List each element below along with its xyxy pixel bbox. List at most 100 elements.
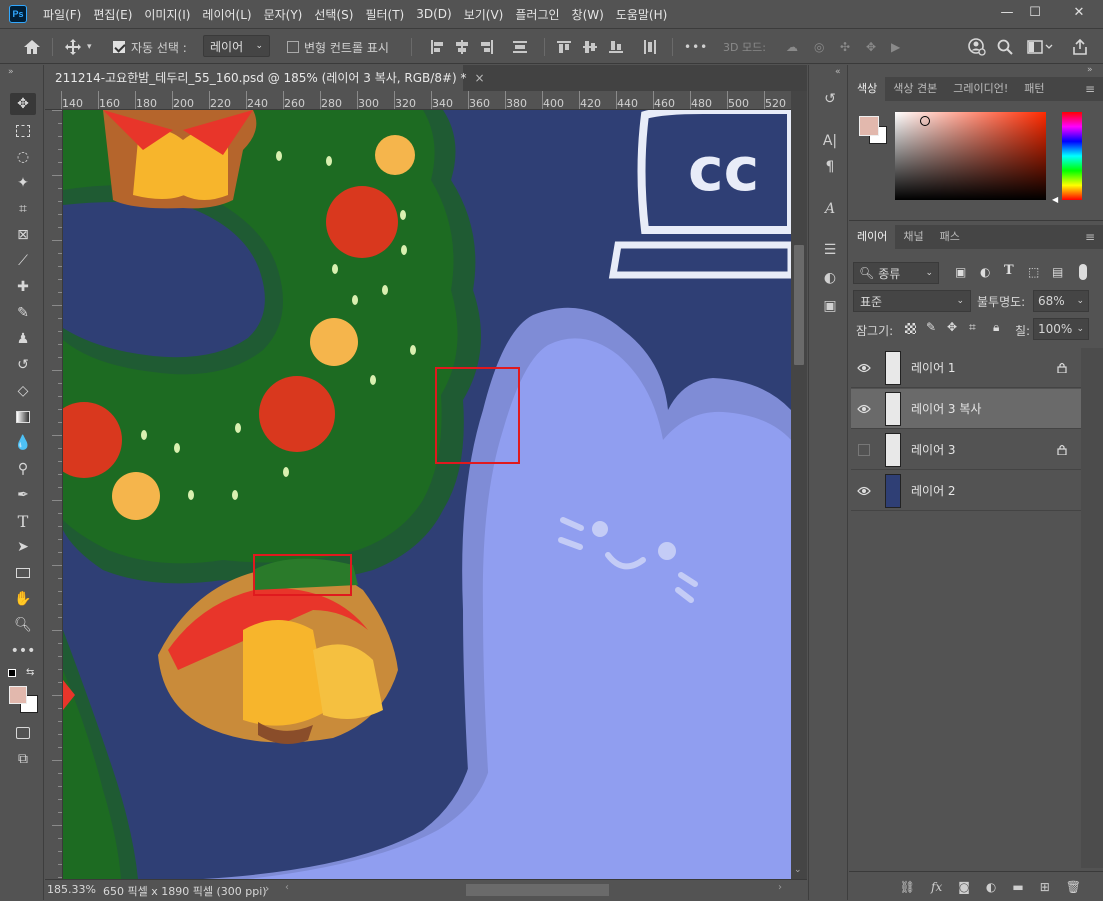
scroll-down-icon[interactable]: ⌄ bbox=[794, 865, 802, 875]
align-center-h-icon[interactable] bbox=[455, 40, 469, 54]
adjustment-layer-icon[interactable]: ◐ bbox=[986, 880, 996, 894]
filter-toggle-icon[interactable] bbox=[1079, 264, 1087, 280]
vertical-scroll-thumb[interactable] bbox=[794, 245, 804, 365]
link-layers-icon[interactable]: ⛓ bbox=[900, 880, 915, 894]
filter-adjustment-icon[interactable]: ◐ bbox=[980, 265, 990, 279]
foreground-color-chip[interactable] bbox=[859, 116, 879, 136]
lasso-tool[interactable]: ◌ bbox=[10, 146, 36, 168]
panel-menu-icon[interactable]: ≡ bbox=[1085, 77, 1095, 101]
magic-wand-tool[interactable]: ✦ bbox=[10, 172, 36, 194]
collapse-dock-icon[interactable]: » bbox=[1087, 65, 1093, 75]
tab-patterns[interactable]: 패턴 bbox=[1016, 77, 1052, 101]
filter-shape-icon[interactable]: ⬚ bbox=[1028, 265, 1039, 279]
color-field[interactable] bbox=[895, 112, 1046, 200]
paragraph-panel-icon[interactable]: ¶ bbox=[821, 158, 839, 176]
add-mask-icon[interactable]: ◙ bbox=[958, 880, 970, 894]
lock-all-icon[interactable]: 🔒︎ bbox=[993, 320, 999, 335]
eye-icon[interactable] bbox=[857, 402, 871, 416]
align-left-icon[interactable] bbox=[430, 40, 444, 54]
filter-smart-object-icon[interactable]: ▤ bbox=[1052, 265, 1063, 279]
search-button[interactable] bbox=[997, 37, 1013, 57]
hue-slider[interactable] bbox=[1062, 112, 1082, 200]
fx-icon[interactable]: fx bbox=[931, 880, 942, 894]
blur-tool[interactable]: 💧 bbox=[10, 432, 36, 454]
fill-input[interactable]: 100% ⌄ bbox=[1033, 318, 1089, 340]
adjustments-panel-icon[interactable]: ☰ bbox=[821, 241, 839, 259]
distribute-icon[interactable] bbox=[513, 40, 527, 54]
styles-panel-icon[interactable]: ◐ bbox=[821, 269, 839, 287]
layers-menu-icon[interactable]: ≡ bbox=[1085, 225, 1095, 249]
tab-paths[interactable]: 패스 bbox=[932, 225, 968, 249]
menu-3d[interactable]: 3D(D) bbox=[410, 7, 457, 21]
libraries-panel-icon[interactable]: ▣ bbox=[821, 297, 839, 315]
lock-artboard-icon[interactable]: ⌗ bbox=[969, 320, 976, 335]
menu-file[interactable]: 파일(F) bbox=[37, 6, 87, 23]
delete-layer-icon[interactable]: 🗑︎ bbox=[1066, 880, 1081, 894]
history-brush-tool[interactable]: ↺ bbox=[10, 354, 36, 376]
horizontal-scroll-thumb[interactable] bbox=[466, 884, 609, 896]
filter-type-icon[interactable]: T bbox=[1004, 263, 1014, 278]
lock-position-icon[interactable]: ✥ bbox=[947, 320, 957, 334]
document-canvas[interactable]: cc bbox=[63, 110, 791, 879]
menu-layer[interactable]: 레이어(L) bbox=[196, 6, 257, 23]
menu-image[interactable]: 이미지(I) bbox=[138, 6, 196, 23]
default-colors-icon[interactable] bbox=[8, 669, 16, 677]
tab-gradients[interactable]: 그레이디언! bbox=[945, 77, 1016, 101]
menu-edit[interactable]: 편집(E) bbox=[87, 6, 138, 23]
status-menu-arrow[interactable]: › bbox=[265, 882, 269, 895]
scroll-left-icon[interactable]: ‹ bbox=[285, 882, 289, 893]
tab-layers[interactable]: 레이어 bbox=[849, 225, 896, 249]
glyphs-panel-icon[interactable]: A bbox=[821, 200, 839, 218]
document-tab[interactable]: 211214-고요한밤_테두리_55_160.psd @ 185% (레이어 3… bbox=[45, 65, 485, 91]
layer-row[interactable]: 레이어 1 bbox=[851, 348, 1081, 388]
collapse-panel-icon[interactable]: » bbox=[8, 67, 14, 77]
hand-tool[interactable]: ✋ bbox=[10, 588, 36, 610]
menu-window[interactable]: 창(W) bbox=[566, 6, 610, 23]
menu-view[interactable]: 보기(V) bbox=[458, 6, 510, 23]
dodge-tool[interactable]: ⚲ bbox=[10, 458, 36, 480]
marquee-tool[interactable] bbox=[10, 120, 36, 142]
swap-colors-icon[interactable]: ⇆ bbox=[26, 667, 34, 678]
eraser-tool[interactable]: ◇ bbox=[10, 380, 36, 402]
close-tab-icon[interactable]: × bbox=[475, 71, 485, 85]
tab-color[interactable]: 색상 bbox=[849, 77, 886, 101]
layer-row[interactable]: 레이어 3 복사 bbox=[851, 389, 1081, 429]
auto-select-target-dropdown[interactable]: 레이어 ⌄ bbox=[203, 35, 270, 57]
character-panel-icon[interactable]: A| bbox=[821, 132, 839, 150]
new-group-icon[interactable]: ▬ bbox=[1012, 880, 1023, 894]
menu-filter[interactable]: 필터(T) bbox=[359, 6, 410, 23]
zoom-level[interactable]: 185.33% bbox=[47, 883, 96, 896]
transform-controls-checkbox[interactable] bbox=[287, 37, 299, 57]
vertical-scrollbar[interactable]: ⌄ bbox=[791, 91, 807, 879]
tab-channels[interactable]: 채널 bbox=[895, 225, 931, 249]
maximize-button[interactable]: ☐ bbox=[1022, 2, 1048, 22]
gradient-tool[interactable] bbox=[10, 406, 36, 428]
move-tool-preset[interactable]: ▾ bbox=[64, 37, 92, 57]
share-button[interactable] bbox=[1071, 37, 1089, 57]
filter-pixel-icon[interactable]: ▣ bbox=[955, 265, 966, 279]
menu-type[interactable]: 문자(Y) bbox=[258, 6, 309, 23]
minimize-button[interactable]: — bbox=[994, 2, 1020, 22]
align-middle-v-icon[interactable] bbox=[583, 40, 597, 54]
brush-tool[interactable]: ✎ bbox=[10, 302, 36, 324]
foreground-color-swatch[interactable] bbox=[9, 686, 27, 704]
new-layer-icon[interactable]: ⊞ bbox=[1040, 880, 1050, 894]
tab-swatches[interactable]: 색상 견본 bbox=[885, 77, 945, 101]
home-button[interactable] bbox=[22, 37, 42, 57]
auto-select-checkbox[interactable] bbox=[113, 37, 125, 57]
history-panel-icon[interactable]: ↺ bbox=[821, 90, 839, 108]
blend-mode-dropdown[interactable]: 표준 ⌄ bbox=[853, 290, 971, 312]
distribute-v-icon[interactable] bbox=[643, 40, 657, 54]
collapse-strip-icon[interactable]: « bbox=[835, 67, 841, 77]
crop-tool[interactable]: ⌗ bbox=[10, 198, 36, 220]
layer-list-scrollbar[interactable] bbox=[1081, 348, 1103, 868]
menu-help[interactable]: 도움말(H) bbox=[610, 6, 674, 23]
screen-mode-button[interactable]: ⧉ bbox=[10, 748, 36, 770]
align-top-icon[interactable] bbox=[557, 40, 571, 54]
path-selection-tool[interactable]: ➤ bbox=[10, 536, 36, 558]
align-bottom-icon[interactable] bbox=[609, 40, 623, 54]
workspace-button[interactable] bbox=[1027, 37, 1053, 57]
layer-row[interactable]: 레이어 2 bbox=[851, 471, 1081, 511]
menu-plugins[interactable]: 플러그인 bbox=[509, 6, 565, 23]
lock-pixels-icon[interactable]: ✎ bbox=[926, 320, 936, 334]
